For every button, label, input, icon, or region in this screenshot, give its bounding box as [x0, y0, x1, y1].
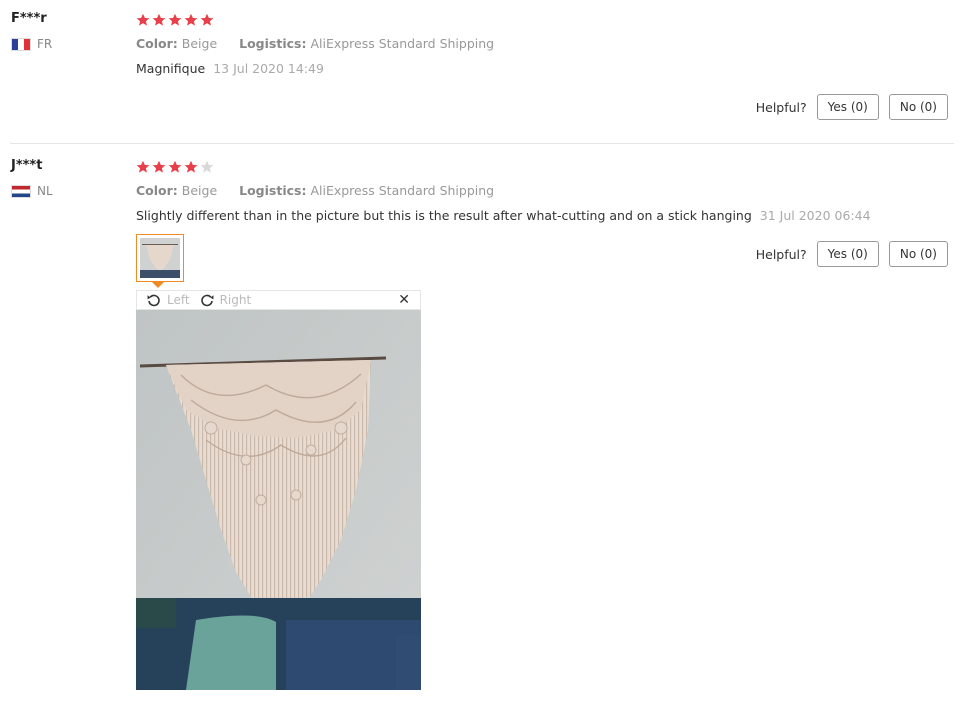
review-date: 31 Jul 2020 06:44	[759, 208, 871, 223]
star-filled-icon	[136, 160, 150, 173]
photo-viewer-toolbar: Left Right ✕	[136, 290, 421, 310]
thumbnail-active-caret	[152, 282, 164, 288]
rotate-right-button[interactable]: Right	[199, 292, 252, 308]
review-photo-thumbnail[interactable]	[136, 234, 184, 282]
star-filled-icon	[152, 13, 166, 26]
star-empty-icon	[200, 160, 214, 173]
rotate-left-button[interactable]: Left	[146, 292, 190, 308]
helpful-vote: Helpful? Yes (0) No (0)	[756, 94, 948, 120]
star-filled-icon	[200, 13, 214, 26]
rotate-right-icon	[200, 294, 214, 307]
star-filled-icon	[136, 13, 150, 26]
review-text: Magnifique	[136, 61, 206, 76]
star-filled-icon	[184, 13, 198, 26]
helpful-no-button[interactable]: No (0)	[888, 241, 948, 267]
review-content: Slightly different than in the picture b…	[136, 208, 871, 223]
star-filled-icon	[184, 160, 198, 173]
photo-thumbnail-image	[140, 238, 180, 278]
flag-fr-icon	[11, 37, 31, 51]
photo-viewer: Left Right ✕	[136, 290, 421, 690]
review-content: Magnifique 13 Jul 2020 14:49	[136, 61, 324, 76]
color-label: Color:	[136, 183, 178, 198]
review-item-2: J***t NL Color: Beige Logistics: AliExpr…	[0, 143, 964, 701]
flag-nl-icon	[11, 184, 31, 198]
review-meta: Color: Beige Logistics: AliExpress Stand…	[136, 183, 494, 198]
reviewer-name: F***r	[11, 11, 47, 26]
review-photo-large	[136, 310, 421, 690]
color-label: Color:	[136, 36, 178, 51]
logistics-label: Logistics:	[239, 183, 307, 198]
country-code: NL	[37, 184, 53, 198]
logistics-label: Logistics:	[239, 36, 307, 51]
helpful-yes-button[interactable]: Yes (0)	[816, 241, 879, 267]
star-filled-icon	[168, 160, 182, 173]
reviewer-name: J***t	[11, 158, 43, 173]
helpful-no-button[interactable]: No (0)	[888, 94, 948, 120]
rotate-left-label: Left	[167, 293, 190, 307]
helpful-yes-button[interactable]: Yes (0)	[816, 94, 879, 120]
review-text: Slightly different than in the picture b…	[136, 208, 752, 223]
color-value: Beige	[181, 36, 218, 51]
reviewer-country: NL	[11, 184, 53, 198]
star-rating	[136, 13, 214, 27]
rotate-left-icon	[147, 294, 160, 307]
review-date: 13 Jul 2020 14:49	[213, 61, 324, 76]
star-filled-icon	[168, 13, 182, 26]
review-item-1: F***r FR Color: Beige Logistics: AliExpr…	[0, 0, 964, 143]
star-rating	[136, 160, 214, 174]
star-filled-icon	[152, 160, 166, 173]
logistics-value: AliExpress Standard Shipping	[310, 183, 495, 198]
helpful-label: Helpful?	[755, 99, 807, 115]
rotate-right-label: Right	[219, 293, 252, 307]
helpful-label: Helpful?	[755, 246, 807, 262]
helpful-vote: Helpful? Yes (0) No (0)	[756, 241, 948, 267]
country-code: FR	[37, 37, 53, 51]
color-value: Beige	[181, 183, 218, 198]
reviewer-country: FR	[11, 37, 52, 51]
logistics-value: AliExpress Standard Shipping	[310, 36, 495, 51]
close-viewer-button[interactable]: ✕	[398, 292, 410, 308]
review-meta: Color: Beige Logistics: AliExpress Stand…	[136, 36, 494, 51]
